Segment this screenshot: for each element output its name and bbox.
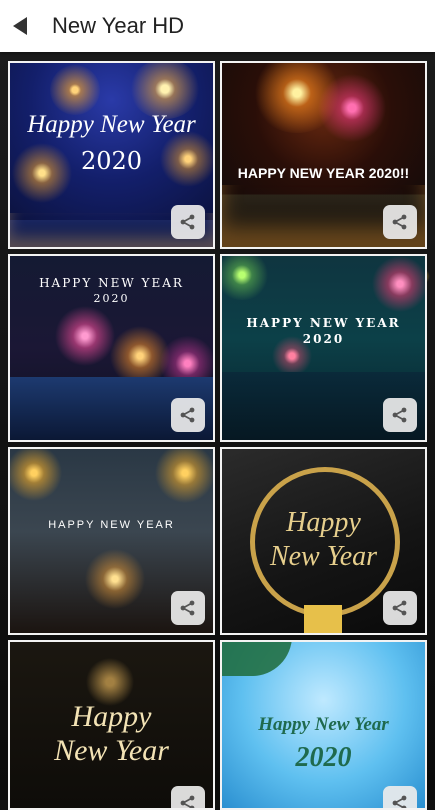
share-button[interactable]	[383, 786, 417, 808]
card-text-line2: New Year	[269, 541, 378, 572]
card-text-line2: 2020	[295, 742, 352, 773]
card-text-line2: 2020	[80, 147, 143, 175]
card-text-line1: HAPPY NEW YEAR	[246, 316, 401, 330]
share-icon	[180, 795, 195, 808]
wallpaper-card[interactable]: HAPPY NEW YEAR 2020	[220, 254, 427, 442]
card-text-line1: Happy New Year	[258, 714, 389, 735]
share-button[interactable]	[171, 786, 205, 808]
wallpaper-card[interactable]: Happy New Year	[220, 447, 427, 635]
wallpaper-card[interactable]: HAPPY NEW YEAR	[8, 447, 215, 635]
share-icon	[392, 407, 407, 423]
share-button[interactable]	[383, 398, 417, 432]
share-button[interactable]	[171, 591, 205, 625]
share-icon	[180, 407, 195, 423]
card-text-line1: Happy	[71, 700, 152, 733]
wallpaper-card[interactable]: Happy New Year 2020	[8, 61, 215, 249]
page-title: New Year HD	[52, 13, 185, 38]
share-button[interactable]	[171, 205, 205, 239]
card-text-line2: 2020	[302, 332, 345, 346]
card-text-line2: 2020	[93, 292, 130, 305]
card-text-line1: HAPPY NEW YEAR	[39, 276, 184, 290]
share-icon	[392, 600, 407, 616]
share-icon	[180, 600, 195, 616]
share-button[interactable]	[383, 205, 417, 239]
wallpaper-card[interactable]: HAPPY NEW YEAR 2020	[8, 254, 215, 442]
card-text-line1: HAPPY NEW YEAR	[48, 519, 175, 531]
wallpaper-card[interactable]: Happy New Year	[8, 640, 215, 810]
back-arrow-icon	[13, 17, 27, 35]
wallpaper-card[interactable]: HAPPY NEW YEAR 2020!!	[220, 61, 427, 249]
share-button[interactable]	[383, 591, 417, 625]
card-text-line2: New Year	[54, 734, 169, 767]
card-text-line1: HAPPY NEW YEAR 2020!!	[237, 165, 410, 181]
app-bar: New Year HD	[0, 0, 435, 52]
share-button[interactable]	[171, 398, 205, 432]
back-button[interactable]	[0, 0, 40, 52]
share-icon	[392, 214, 407, 230]
share-icon	[180, 214, 195, 230]
card-text-line1: Happy	[286, 507, 361, 538]
card-text-line1: Happy New Year	[27, 111, 196, 138]
share-icon	[392, 795, 407, 808]
wallpaper-card[interactable]: Happy New Year 2020	[220, 640, 427, 810]
